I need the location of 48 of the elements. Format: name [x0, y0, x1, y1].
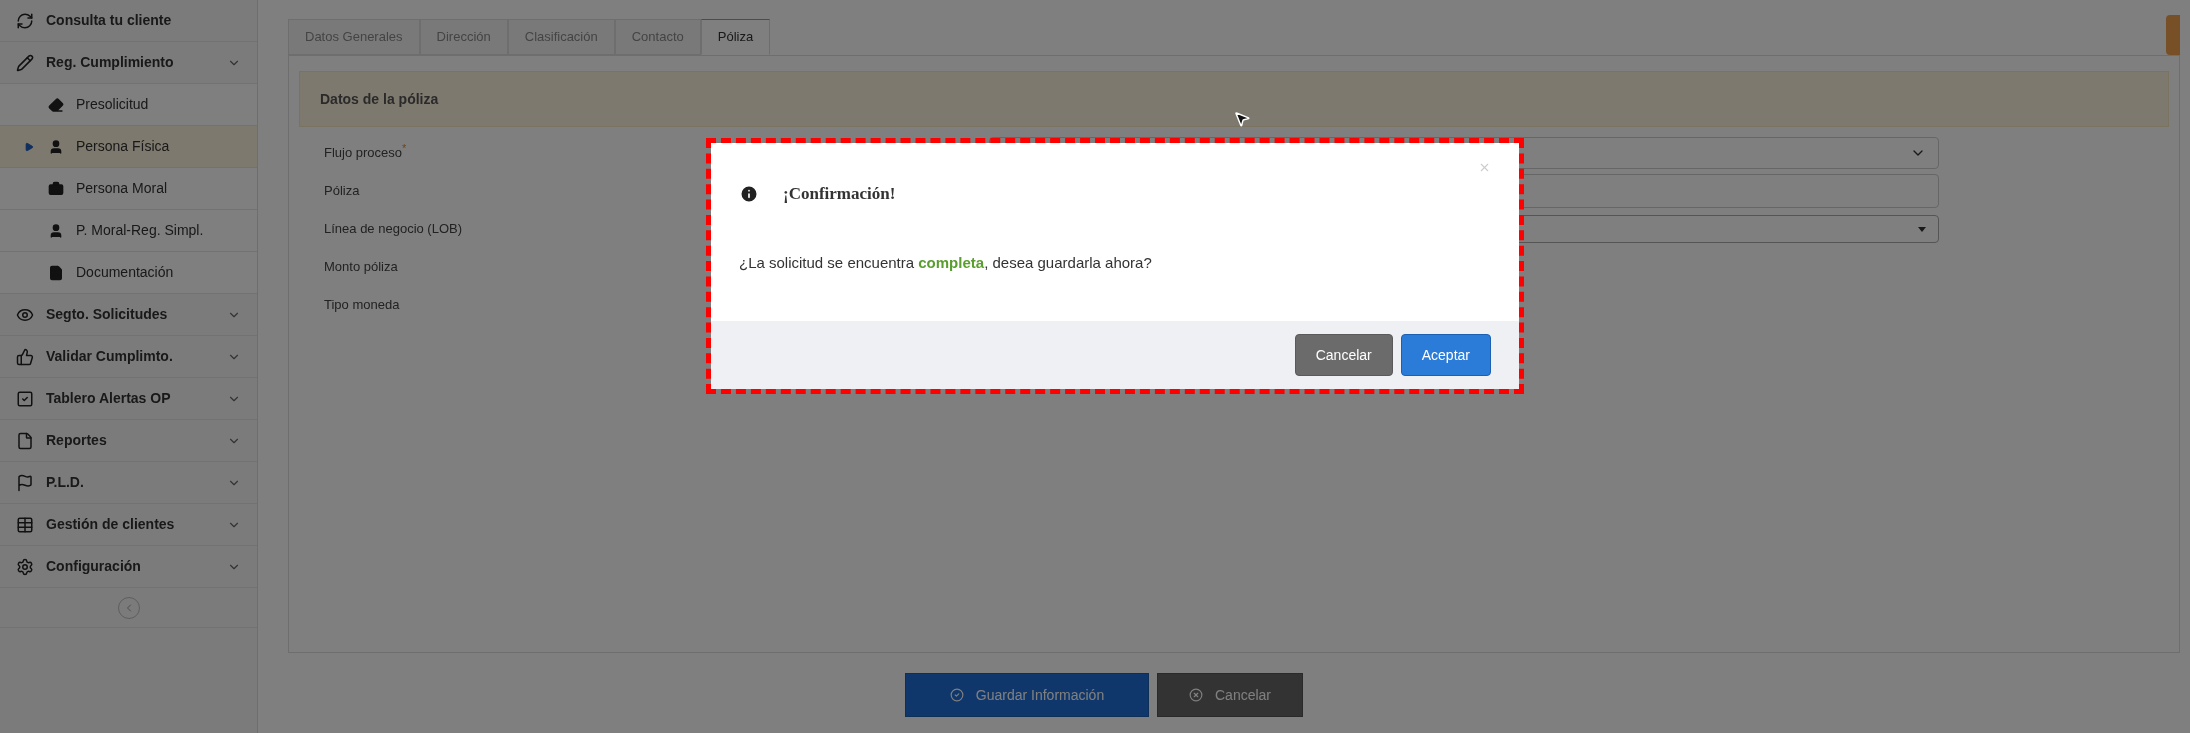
dialog-title: ¡Confirmación! [783, 183, 896, 206]
sidebar-menu-item[interactable]: P.L.D. [0, 462, 257, 504]
tab[interactable]: Póliza [700, 19, 771, 55]
close-icon[interactable] [1478, 161, 1491, 174]
menu-item-icon [16, 11, 34, 30]
field-label: Línea de negocio (LOB) [324, 220, 463, 239]
mouse-cursor-icon [1233, 110, 1251, 128]
field-label: Flujo proceso [324, 145, 403, 163]
field-label: Póliza [324, 182, 360, 201]
sidebar-menu-item[interactable]: Tablero Alertas OP [0, 378, 257, 420]
field-label: Monto póliza [324, 258, 398, 277]
sidebar-menu-item[interactable]: Consulta tu cliente [0, 0, 257, 42]
required-mark: * [402, 143, 407, 155]
submenu-icon [48, 264, 64, 281]
submenu-icon [48, 96, 64, 113]
menu-item-icon [16, 389, 34, 408]
dialog-button[interactable]: Cancelar [1294, 334, 1393, 376]
submenu-icon [48, 180, 64, 197]
sidebar-subitem[interactable]: Persona Física [0, 126, 257, 168]
sidebar-subitem[interactable]: Presolicitud [0, 84, 257, 126]
submenu-icon [48, 138, 64, 155]
menu-item-icon [16, 515, 34, 534]
dialog-message: ¿La solicitud se encuentra completa, desea guardarla ahora? [739, 252, 1152, 273]
footer-button[interactable]: Guardar Información [905, 673, 1149, 717]
sidebar-menu-item[interactable]: Gestión de clientes [0, 504, 257, 546]
menu-item-icon [16, 53, 34, 72]
check-circle-icon [949, 688, 964, 702]
sidebar-subitem[interactable]: P. Moral-Reg. Simpl. [0, 210, 257, 252]
side-tab-button[interactable] [2166, 15, 2180, 55]
field-label: Tipo moneda [324, 296, 400, 315]
sidebar-menu-item[interactable]: Configuración [0, 546, 257, 588]
menu-item-icon [16, 431, 34, 450]
pointer-triangle-icon [24, 141, 34, 152]
sidebar-menu-item[interactable]: Reportes [0, 420, 257, 462]
menu-item-icon [16, 347, 34, 366]
dialog-button[interactable]: Aceptar [1400, 334, 1491, 376]
submenu-icon [48, 222, 64, 239]
menu-item-icon [16, 557, 34, 576]
info-icon [739, 184, 759, 204]
footer-button[interactable]: Cancelar [1157, 673, 1303, 717]
sidebar-menu-item[interactable]: Validar Cumplimto. [0, 336, 257, 378]
close-circle-icon [1189, 688, 1203, 702]
caret-icon [1918, 226, 1926, 232]
sidebar-subitem[interactable]: Documentación [0, 252, 257, 294]
section-header: Datos de la póliza [299, 71, 2169, 127]
sidebar-menu-item[interactable]: Segto. Solicitudes [0, 294, 257, 336]
menu-item-icon [16, 473, 34, 492]
sidebar-subitem[interactable]: Persona Moral [0, 168, 257, 210]
